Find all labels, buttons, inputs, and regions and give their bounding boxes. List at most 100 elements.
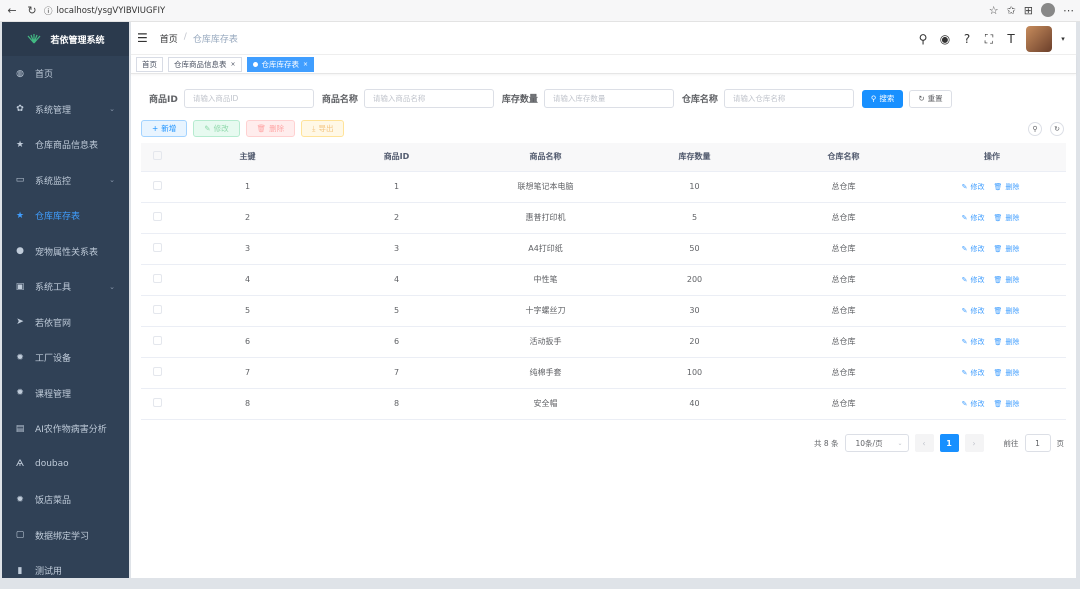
reset-button[interactable]: ↻ 重置 (909, 89, 952, 108)
row-checkbox[interactable] (152, 305, 162, 314)
table-cell: 100 (620, 357, 769, 389)
next-page-button[interactable]: › (964, 434, 984, 452)
toggle-search-button[interactable]: ⚲ (1028, 122, 1042, 136)
row-edit-button[interactable]: ✎ 修改 (962, 400, 988, 408)
sidebar-item-label: 饭店菜品 (35, 496, 72, 507)
sidebar-item[interactable]: ★ 仓库商品信息表 (2, 127, 129, 163)
tag[interactable]: 首页 (136, 56, 163, 72)
prev-page-button[interactable]: ‹ (914, 434, 934, 452)
search-field-input[interactable]: 请输入仓库名称 (723, 89, 854, 108)
row-checkbox[interactable] (152, 212, 162, 221)
search-icon[interactable]: ⚲ (916, 32, 930, 46)
favorites-bar-icon[interactable]: ✩ (1007, 4, 1016, 17)
search-button[interactable]: ⚲ 搜索 (861, 89, 904, 108)
delete-button[interactable]: 🗑 删除 (245, 120, 296, 137)
sidebar-logo[interactable]: 若依管理系统 (2, 22, 129, 56)
sidebar-item[interactable]: ● 宠物属性关系表 (2, 234, 129, 270)
row-delete-button[interactable]: 🗑 删除 (993, 214, 1022, 222)
row-delete-button[interactable]: 🗑 删除 (993, 307, 1022, 315)
sidebar-item[interactable]: ▮ 测试用 (2, 553, 129, 589)
sidebar-item[interactable]: Ѧdoubao (2, 447, 129, 483)
table-cell: 8 (173, 388, 322, 420)
row-checkbox[interactable] (152, 367, 162, 376)
sidebar-item[interactable]: ✹ 饭店菜品 (2, 482, 129, 518)
github-icon[interactable]: ◉ (938, 32, 952, 46)
table-row: 6 6 活动扳手 20 总仓库 ✎ 修改 🗑 删除 (141, 326, 1066, 358)
sidebar-item[interactable]: ✿ 系统管理 ⌄ (2, 92, 129, 128)
column-header: 仓库名称 (769, 143, 918, 172)
row-edit-button[interactable]: ✎ 修改 (962, 276, 988, 284)
sidebar-item[interactable]: ✹ 课程管理 (2, 376, 129, 412)
row-actions: ✎ 修改 🗑 删除 (918, 295, 1066, 327)
row-delete-button[interactable]: 🗑 删除 (993, 338, 1022, 346)
logo-icon (28, 34, 41, 44)
row-checkbox[interactable] (152, 274, 162, 283)
profile-icon[interactable] (1041, 3, 1055, 17)
row-delete-button[interactable]: 🗑 删除 (993, 245, 1022, 253)
action-toolbar: + 新增 ✎ 修改 🗑 删除 ⤓ 导出 (141, 120, 345, 137)
search-field-input[interactable]: 请输入商品ID (183, 89, 314, 108)
sidebar-item-label: 测试用 (35, 567, 63, 578)
export-button[interactable]: ⤓ 导出 (301, 120, 345, 137)
add-button[interactable]: + 新增 (141, 120, 188, 137)
table-header-row: 主键 商品ID 商品名称 库存数量 仓库名称 操作 (141, 143, 1066, 172)
refresh-icon: ↻ (1054, 125, 1060, 133)
tag[interactable]: 仓库库存表 × (246, 56, 315, 72)
row-checkbox[interactable] (152, 398, 162, 407)
goto-page-input[interactable]: 1 (1024, 434, 1051, 452)
row-edit-button[interactable]: ✎ 修改 (962, 214, 988, 222)
sidebar-item[interactable]: ▢ 数据绑定学习 (2, 518, 129, 554)
hamburger-icon[interactable]: ☰ (137, 31, 148, 45)
page-number[interactable]: 1 (939, 434, 959, 452)
row-delete-button[interactable]: 🗑 删除 (993, 183, 1022, 191)
delete-icon: 🗑 (256, 124, 267, 133)
sidebar-item[interactable]: ★ 仓库库存表 (2, 198, 129, 234)
row-checkbox[interactable] (152, 181, 162, 190)
row-edit-button[interactable]: ✎ 修改 (962, 307, 988, 315)
breadcrumb-home[interactable]: 首页 (160, 32, 178, 45)
sidebar-item-label: 仓库库存表 (35, 212, 81, 223)
back-icon[interactable]: ← (4, 3, 20, 19)
page-size-select[interactable]: 10条/页 ⌄ (844, 434, 909, 452)
search-field-input[interactable]: 请输入商品名称 (363, 89, 494, 108)
chevron-right-icon: › (972, 438, 976, 448)
row-delete-button[interactable]: 🗑 删除 (993, 400, 1022, 408)
refresh-icon[interactable]: ↻ (24, 3, 40, 19)
sidebar-item[interactable]: ▭ 系统监控 ⌄ (2, 163, 129, 199)
row-edit-button[interactable]: ✎ 修改 (962, 338, 988, 346)
tag[interactable]: 仓库商品信息表 × (168, 56, 242, 72)
sidebar-item[interactable]: ◍ 首页 (2, 56, 129, 92)
search-field-label: 商品ID (149, 95, 178, 105)
sidebar-item[interactable]: ▣ 系统工具 ⌄ (2, 269, 129, 305)
question-icon[interactable]: ? (960, 32, 974, 46)
sidebar-item[interactable]: ➤ 若依官网 (2, 305, 129, 341)
row-checkbox[interactable] (152, 243, 162, 252)
close-icon[interactable]: × (231, 61, 236, 68)
row-checkbox-cell (141, 233, 173, 265)
fullscreen-icon[interactable]: ⛶ (982, 32, 996, 47)
table-cell: 3 (322, 233, 471, 265)
font-size-icon[interactable]: T (1004, 32, 1018, 46)
close-icon[interactable]: × (303, 61, 308, 68)
sidebar-item[interactable]: ✹ 工厂设备 (2, 340, 129, 376)
refresh-button[interactable]: ↻ (1050, 122, 1064, 136)
more-icon[interactable]: ⋯ (1063, 4, 1074, 17)
row-delete-button[interactable]: 🗑 删除 (993, 276, 1022, 284)
row-edit-button[interactable]: ✎ 修改 (962, 183, 988, 191)
row-delete-button[interactable]: 🗑 删除 (993, 369, 1022, 377)
select-all-checkbox[interactable] (152, 151, 162, 161)
favorite-icon[interactable]: ☆ (989, 4, 999, 17)
sidebar-item-label: 若依官网 (35, 318, 72, 329)
search-field-input[interactable]: 请输入库存数量 (543, 89, 674, 108)
address-bar[interactable]: ⓘ localhost/ysgVYIBVIUGFIY (44, 5, 165, 17)
caret-down-icon[interactable]: ▾ (1060, 35, 1066, 43)
row-checkbox[interactable] (152, 336, 162, 345)
table-row: 4 4 中性笔 200 总仓库 ✎ 修改 🗑 删除 (141, 264, 1066, 296)
sidebar-item[interactable]: ▤ AI农作物病害分析 (2, 411, 129, 447)
collections-icon[interactable]: ⊞ (1024, 4, 1033, 17)
row-edit-button[interactable]: ✎ 修改 (962, 369, 988, 377)
row-edit-button[interactable]: ✎ 修改 (962, 245, 988, 253)
avatar[interactable] (1026, 26, 1052, 52)
table-row: 7 7 纯棉手套 100 总仓库 ✎ 修改 🗑 删除 (141, 357, 1066, 389)
edit-button[interactable]: ✎ 修改 (193, 120, 240, 137)
